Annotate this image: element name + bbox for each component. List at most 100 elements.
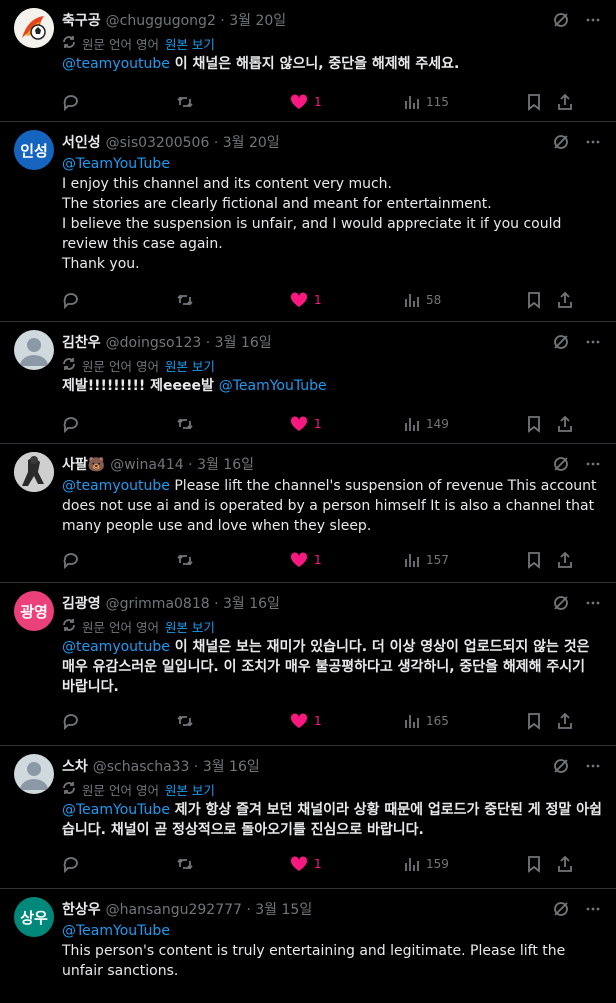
tweet[interactable]: 광영 김광영 @grimma0818 · 3월 16일 원문 언어 영어 원본 …	[0, 583, 616, 746]
like-button[interactable]: 1	[290, 93, 404, 111]
author-name[interactable]: 사팔🐻	[62, 454, 105, 474]
tweet[interactable]: 사팔🐻 @wina414 · 3월 16일 @teamyoutube Pleas…	[0, 444, 616, 583]
author-name[interactable]: 김찬우	[62, 332, 101, 352]
bookmark-button[interactable]	[526, 291, 556, 309]
show-original-link[interactable]: 원본 보기	[165, 34, 215, 53]
author-name[interactable]: 김광영	[62, 593, 101, 613]
grok-icon[interactable]	[552, 757, 570, 775]
mention-link[interactable]: @teamyoutube	[62, 478, 170, 494]
share-button[interactable]	[556, 855, 576, 873]
mention-link[interactable]: @TeamYouTube	[219, 378, 327, 394]
author-name[interactable]: 서인성	[62, 132, 101, 152]
bookmark-button[interactable]	[526, 93, 556, 111]
author-meta[interactable]: @chuggugong2 · 3월 20일	[106, 10, 287, 30]
more-icon[interactable]	[584, 594, 602, 612]
grok-icon[interactable]	[552, 333, 570, 351]
author-meta[interactable]: @wina414 · 3월 16일	[110, 454, 254, 474]
tweet[interactable]: 상우 한상우 @hansangu292777 · 3월 15일 @TeamYou…	[0, 889, 616, 1003]
bookmark-button[interactable]	[526, 415, 556, 433]
tweet[interactable]: 스차 @schascha33 · 3월 16일 원문 언어 영어 원본 보기 @…	[0, 746, 616, 889]
tweet-text: 제발!!!!!!!!! 제eeee발 @TeamYouTube	[62, 376, 602, 396]
translate-icon	[62, 618, 76, 635]
share-button[interactable]	[556, 93, 576, 111]
reply-button[interactable]	[62, 93, 176, 111]
more-icon[interactable]	[584, 900, 602, 918]
reply-button[interactable]	[62, 415, 176, 433]
more-icon[interactable]	[584, 133, 602, 151]
tweet[interactable]: 축구공 @chuggugong2 · 3월 20일 원문 언어 영어 원본 보기…	[0, 0, 616, 122]
reply-button[interactable]	[62, 855, 176, 873]
avatar[interactable]: 인성	[14, 130, 54, 170]
views-icon	[405, 418, 419, 431]
author-meta[interactable]: @schascha33 · 3월 16일	[93, 756, 260, 776]
bookmark-button[interactable]	[526, 855, 556, 873]
repost-button[interactable]	[176, 415, 290, 433]
reply-button[interactable]	[62, 291, 176, 309]
views-button[interactable]: 157	[404, 552, 526, 568]
views-button[interactable]: 58	[404, 292, 526, 308]
grok-icon[interactable]	[552, 11, 570, 29]
grok-icon[interactable]	[552, 133, 570, 151]
more-icon[interactable]	[584, 333, 602, 351]
views-button[interactable]: 115	[404, 94, 526, 110]
bookmark-button[interactable]	[526, 712, 556, 730]
tweet-text: @teamyoutube Please lift the channel's s…	[62, 476, 602, 536]
avatar[interactable]	[14, 452, 54, 492]
tweet[interactable]: 인성 서인성 @sis03200506 · 3월 20일 @TeamYouTub…	[0, 122, 616, 322]
like-button[interactable]: 1	[290, 712, 404, 730]
repost-button[interactable]	[176, 855, 290, 873]
heart-filled-icon	[290, 856, 308, 871]
author-meta[interactable]: @grimma0818 · 3월 16일	[106, 593, 280, 613]
more-icon[interactable]	[584, 757, 602, 775]
show-original-link[interactable]: 원본 보기	[165, 780, 215, 799]
reply-icon	[63, 714, 78, 730]
like-button[interactable]: 1	[290, 551, 404, 569]
avatar[interactable]	[14, 754, 54, 794]
views-button[interactable]: 149	[404, 416, 526, 432]
grok-icon[interactable]	[552, 594, 570, 612]
author-meta[interactable]: @hansangu292777 · 3월 15일	[106, 899, 313, 919]
avatar[interactable]: 광영	[14, 591, 54, 631]
tweet[interactable]: 김찬우 @doingso123 · 3월 16일 원문 언어 영어 원본 보기 …	[0, 322, 616, 444]
author-meta[interactable]: @doingso123 · 3월 16일	[106, 332, 272, 352]
mention-link[interactable]: @TeamYouTube	[62, 802, 170, 818]
reply-button[interactable]	[62, 712, 176, 730]
repost-button[interactable]	[176, 551, 290, 569]
mention-link[interactable]: @TeamYouTube	[62, 921, 602, 941]
translate-label: 원문 언어 영어	[82, 358, 159, 374]
share-button[interactable]	[556, 712, 576, 730]
reply-button[interactable]	[62, 551, 176, 569]
author-name[interactable]: 한상우	[62, 899, 101, 919]
mention-link[interactable]: @teamyoutube	[62, 56, 170, 72]
show-original-link[interactable]: 원본 보기	[165, 356, 215, 375]
grok-icon[interactable]	[552, 455, 570, 473]
repost-button[interactable]	[176, 291, 290, 309]
repost-button[interactable]	[176, 93, 290, 111]
share-button[interactable]	[556, 415, 576, 433]
views-icon	[405, 96, 419, 109]
bookmark-button[interactable]	[526, 551, 556, 569]
like-button[interactable]: 1	[290, 855, 404, 873]
show-original-link[interactable]: 원본 보기	[165, 617, 215, 636]
author-name[interactable]: 축구공	[62, 10, 101, 30]
more-icon[interactable]	[584, 11, 602, 29]
more-icon[interactable]	[584, 455, 602, 473]
mention-link[interactable]: @TeamYouTube	[62, 154, 602, 174]
views-button[interactable]: 159	[404, 856, 526, 872]
avatar[interactable]: 상우	[14, 897, 54, 937]
like-button[interactable]: 1	[290, 415, 404, 433]
views-button[interactable]: 165	[404, 713, 526, 729]
share-button[interactable]	[556, 291, 576, 309]
reply-feed: 축구공 @chuggugong2 · 3월 20일 원문 언어 영어 원본 보기…	[0, 0, 616, 1003]
avatar[interactable]	[14, 8, 54, 48]
like-button[interactable]: 1	[290, 291, 404, 309]
avatar[interactable]	[14, 330, 54, 370]
author-name[interactable]: 스차	[62, 756, 88, 776]
mention-link[interactable]: @teamyoutube	[62, 639, 170, 655]
translate-label: 원문 언어 영어	[82, 36, 159, 52]
views-icon	[405, 858, 419, 871]
author-meta[interactable]: @sis03200506 · 3월 20일	[106, 132, 280, 152]
share-button[interactable]	[556, 551, 576, 569]
grok-icon[interactable]	[552, 900, 570, 918]
repost-button[interactable]	[176, 712, 290, 730]
